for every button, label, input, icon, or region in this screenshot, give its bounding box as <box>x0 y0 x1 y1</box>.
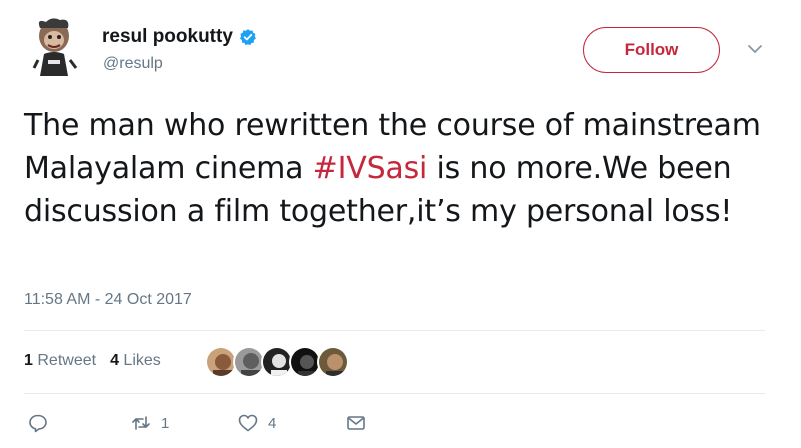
tweet-stats: 1 Retweet 4 Likes <box>24 352 175 370</box>
likes-stat[interactable]: 4 Likes <box>110 352 161 370</box>
author-handle[interactable]: @resulp <box>103 55 163 73</box>
retweet-icon <box>132 416 150 430</box>
retweet-stat[interactable]: 1 Retweet <box>24 352 96 370</box>
tweet-text: The man who rewritten the course of main… <box>24 104 774 233</box>
liker-avatars <box>205 346 349 378</box>
display-name[interactable]: resul pookutty <box>102 26 233 48</box>
reply-button[interactable] <box>28 413 48 433</box>
tweet-actions: 1 4 <box>28 413 388 437</box>
chevron-down-icon[interactable] <box>746 40 764 58</box>
tweet-timestamp[interactable]: 11:58 AM - 24 Oct 2017 <box>24 291 192 309</box>
follow-button[interactable]: Follow <box>583 27 720 73</box>
retweet-count: 1 <box>161 414 170 432</box>
divider <box>24 393 765 394</box>
like-button[interactable]: 4 <box>238 413 276 433</box>
heart-icon <box>238 414 258 432</box>
verified-badge-icon <box>239 29 256 46</box>
likes-stat-count: 4 <box>110 352 119 369</box>
hashtag-link[interactable]: #IVSasi <box>313 151 428 186</box>
retweet-button[interactable]: 1 <box>131 413 169 433</box>
tweet-header: resul pookutty @resulp Follow <box>24 14 776 84</box>
envelope-icon <box>347 416 365 430</box>
direct-message-button[interactable] <box>346 413 366 433</box>
like-count: 4 <box>268 414 277 432</box>
liker-avatar[interactable] <box>317 346 349 378</box>
retweet-stat-count: 1 <box>24 352 33 369</box>
avatar[interactable] <box>30 16 84 80</box>
author-name-row: resul pookutty <box>102 26 257 48</box>
divider <box>24 330 765 331</box>
reply-icon <box>29 414 47 433</box>
likes-stat-label: Likes <box>123 352 161 369</box>
retweet-stat-label: Retweet <box>37 352 97 369</box>
